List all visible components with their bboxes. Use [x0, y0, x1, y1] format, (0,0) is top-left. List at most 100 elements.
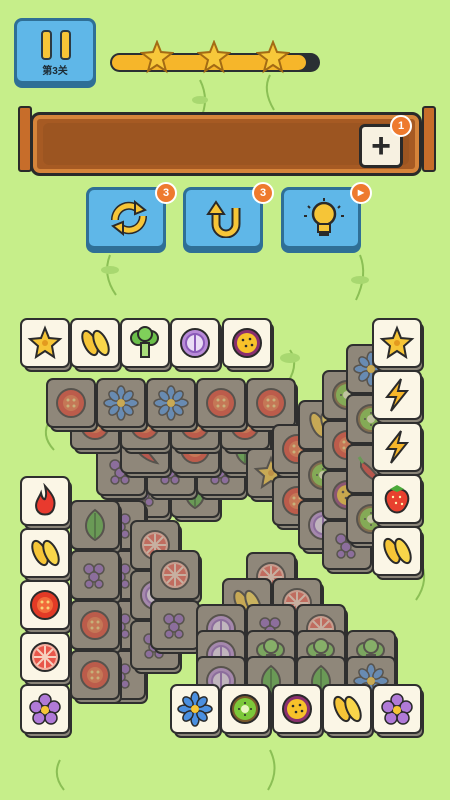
- tomato-icon: [80, 660, 110, 690]
- leaf-icon: [85, 508, 105, 542]
- lightning-icon: [384, 430, 410, 464]
- purple-flower-icon: [29, 693, 61, 725]
- pause-icon-bar: [60, 30, 71, 60]
- tile-strawberry[interactable]: [372, 474, 424, 528]
- tile-face: [322, 684, 372, 734]
- onion-icon: [180, 328, 210, 358]
- tile-starfruit[interactable]: [20, 318, 72, 372]
- tile-purple-flower[interactable]: [20, 684, 72, 738]
- tile-grapefruit[interactable]: [20, 632, 72, 686]
- tile-face: [20, 632, 70, 682]
- grape-icon: [83, 563, 105, 589]
- kiwi-icon: [230, 694, 260, 724]
- tile-tomato[interactable]: [20, 580, 72, 634]
- starfruit-icon: [379, 325, 415, 360]
- undo-button[interactable]: 3: [183, 182, 274, 249]
- tile-face: [170, 318, 220, 368]
- progress-star-3: [255, 39, 291, 74]
- tile-face: [222, 318, 272, 368]
- tile-face: [272, 684, 322, 734]
- tomato-icon: [206, 388, 236, 418]
- tile-face: [20, 528, 70, 578]
- tile-passion-fruit[interactable]: [222, 318, 274, 372]
- tile-purple-flower[interactable]: [372, 684, 424, 738]
- tile-grape: [150, 600, 202, 654]
- passion-fruit-icon: [282, 694, 312, 724]
- shuffle-button[interactable]: 3: [86, 182, 177, 249]
- blue-flower-icon: [103, 385, 139, 421]
- tile-lightning[interactable]: [372, 370, 424, 424]
- tile-blue-flower: [146, 378, 198, 432]
- tile-grapefruit: [150, 550, 202, 604]
- tile-grape: [70, 550, 122, 604]
- tile-passion-fruit[interactable]: [272, 684, 324, 738]
- tray-post-right: [422, 106, 436, 172]
- grapefruit-icon: [160, 560, 190, 590]
- tile-tomato: [46, 378, 98, 432]
- tile-corn[interactable]: [20, 528, 72, 582]
- tile-blue-flower: [96, 378, 148, 432]
- ad-video-badge: ▶: [350, 182, 372, 204]
- tile-face: [372, 422, 422, 472]
- broccoli-icon: [130, 326, 159, 358]
- tile-blue-flower[interactable]: [170, 684, 222, 738]
- grapefruit-icon: [30, 642, 60, 672]
- tile-broccoli[interactable]: [120, 318, 172, 372]
- tile-corn[interactable]: [70, 318, 122, 372]
- tile-kiwi[interactable]: [220, 684, 272, 738]
- starfruit-icon: [27, 325, 63, 360]
- add-slot-button[interactable]: + 1: [359, 115, 412, 168]
- tomato-icon: [256, 388, 286, 418]
- lightning-icon: [384, 378, 410, 412]
- corn-icon: [383, 537, 412, 565]
- tile-face: [372, 684, 422, 734]
- tile-face: [20, 684, 70, 734]
- progress-star-2: [196, 39, 232, 74]
- passion-fruit-icon: [232, 328, 262, 358]
- tile-face: [372, 474, 422, 524]
- grape-icon: [163, 613, 185, 639]
- tile-onion[interactable]: [170, 318, 222, 372]
- tomato-icon: [56, 388, 86, 418]
- tile-face: [246, 378, 296, 428]
- shuffle-icon: [110, 199, 148, 237]
- tile-face: [96, 378, 146, 428]
- level-label: 第3关: [42, 66, 68, 77]
- tile-face: [372, 318, 422, 368]
- tile-lightning[interactable]: [372, 422, 424, 476]
- progress-star-1: [139, 39, 175, 74]
- tile-corn[interactable]: [372, 526, 424, 580]
- tile-leaf: [70, 500, 122, 554]
- tile-face: [70, 600, 120, 650]
- tile-face: [196, 378, 246, 428]
- tile-face: [70, 650, 120, 700]
- blue-flower-icon: [153, 385, 189, 421]
- tile-tomato: [70, 650, 122, 704]
- tile-face: [372, 370, 422, 420]
- tomato-icon: [80, 610, 110, 640]
- blue-flower-icon: [177, 691, 213, 727]
- flame-icon: [35, 483, 56, 516]
- tile-flame[interactable]: [20, 476, 72, 530]
- undo-icon: [206, 200, 241, 238]
- purple-flower-icon: [381, 693, 413, 725]
- tile-starfruit[interactable]: [372, 318, 424, 372]
- tile-face: [120, 318, 170, 368]
- tile-corn[interactable]: [322, 684, 374, 738]
- tile-face: [372, 526, 422, 576]
- pause-icon: [41, 30, 52, 60]
- corn-icon: [81, 329, 110, 357]
- lightbulb-icon: [304, 198, 344, 236]
- tile-face: [150, 550, 200, 600]
- tile-face: [220, 684, 270, 734]
- plus-icon: +: [371, 127, 391, 165]
- tile-tomato: [70, 600, 122, 654]
- tile-face: [146, 378, 196, 428]
- tile-face: [70, 500, 120, 550]
- tile-face: [20, 476, 70, 526]
- tray-slots: [43, 123, 409, 165]
- tile-face: [70, 318, 120, 368]
- pause-button[interactable]: 第3关: [14, 18, 96, 84]
- hint-button[interactable]: ▶: [281, 182, 372, 249]
- undo-badge: 3: [252, 182, 274, 204]
